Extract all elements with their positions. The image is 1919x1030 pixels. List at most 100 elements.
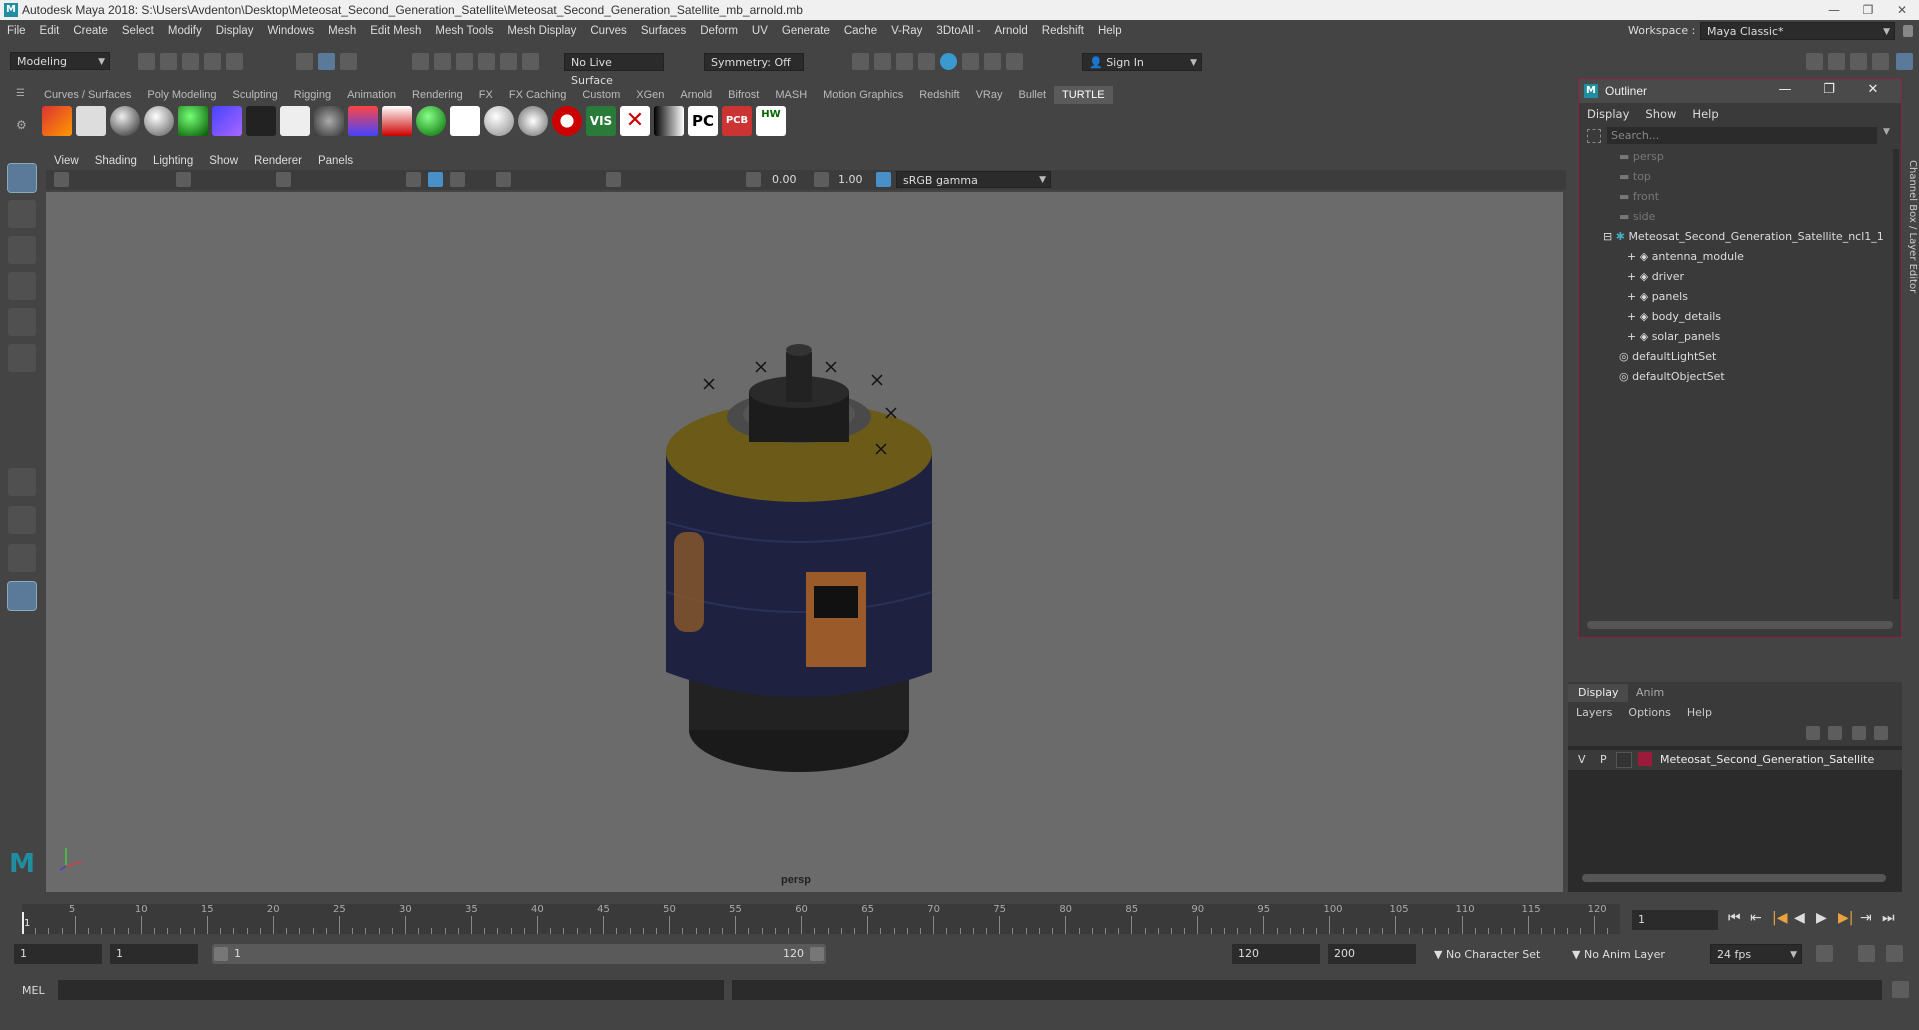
menu-mesh[interactable]: Mesh xyxy=(321,25,363,37)
shelf-tab-arnold[interactable]: Arnold xyxy=(672,86,720,104)
layer-menu-layers[interactable]: Layers xyxy=(1568,704,1620,722)
shelf-tab-fx[interactable]: FX xyxy=(471,86,501,104)
rotate-tool-icon[interactable] xyxy=(8,308,36,336)
go-to-start-icon[interactable]: ⏮ xyxy=(1728,910,1750,926)
command-input[interactable] xyxy=(58,980,724,1000)
time-ruler[interactable]: 5 10 15 20 25 30 35 40 45 50 55 60 65 70 75 80 85 90 95 100… xyxy=(22,904,1620,934)
outliner-item-front[interactable]: ▬ front xyxy=(1619,187,1659,207)
menu-create[interactable]: Create xyxy=(66,25,115,37)
menu-uv[interactable]: UV xyxy=(745,25,775,37)
ambient-shader-icon[interactable] xyxy=(144,106,174,136)
exposure-icon[interactable] xyxy=(746,172,761,187)
time-slider[interactable]: 5 10 15 20 25 30 35 40 45 50 55 60 65 70 75 80 85 90 95 100… xyxy=(0,900,1919,940)
viewport-menu-lighting[interactable]: Lighting xyxy=(145,152,201,170)
paint-select-tool-icon[interactable] xyxy=(8,236,36,264)
color-management-icon[interactable] xyxy=(876,172,891,187)
bake-icon[interactable] xyxy=(76,106,106,136)
pause-icon[interactable] xyxy=(1006,53,1023,70)
playback-start-field[interactable]: 1 xyxy=(110,944,198,964)
lock-icon[interactable] xyxy=(1903,25,1913,37)
target-icon[interactable] xyxy=(552,106,582,136)
white-ball-icon[interactable] xyxy=(484,106,514,136)
arnold-render-icon[interactable] xyxy=(984,53,1001,70)
outliner-item-group[interactable]: ⊟ ✱ Meteosat_Second_Generation_Satellite… xyxy=(1603,227,1884,247)
chevron-down-icon[interactable]: ▼ xyxy=(1883,127,1890,137)
outliner-item-side[interactable]: ▬ side xyxy=(1619,207,1655,227)
step-back-frame-icon[interactable]: |◀ xyxy=(1772,910,1794,926)
outliner-item-driver[interactable]: + ◈ driver xyxy=(1627,267,1684,287)
lights-icon[interactable] xyxy=(496,172,511,187)
move-tool-icon[interactable] xyxy=(8,272,36,300)
shelf-tab-curves-surfaces[interactable]: Curves / Surfaces xyxy=(36,86,139,104)
smooth-shade-icon[interactable] xyxy=(428,172,443,187)
snap-view-icon[interactable] xyxy=(478,53,495,70)
shelf-tab-motion-graphics[interactable]: Motion Graphics xyxy=(815,86,911,104)
animation-end-field[interactable]: 200 xyxy=(1328,944,1416,964)
step-forward-frame-icon[interactable]: ▶| xyxy=(1838,910,1860,926)
range-end-handle[interactable] xyxy=(810,947,824,961)
snap-surface-icon[interactable] xyxy=(500,53,517,70)
filter-icon[interactable] xyxy=(1587,129,1601,143)
script-editor-icon[interactable] xyxy=(1892,981,1909,998)
close-button[interactable]: ✕ xyxy=(1885,0,1919,20)
step-forward-key-icon[interactable]: ⇥ xyxy=(1860,910,1882,926)
menu-redshift[interactable]: Redshift xyxy=(1035,25,1091,37)
menu-3dtoall[interactable]: 3DtoAll - xyxy=(929,25,987,37)
red-light-icon[interactable] xyxy=(382,106,412,136)
layer-menu-help[interactable]: Help xyxy=(1679,704,1720,722)
range-start-handle[interactable] xyxy=(214,947,228,961)
outliner-menu-help[interactable]: Help xyxy=(1684,105,1726,123)
select-tool-icon[interactable] xyxy=(7,163,37,193)
layer-row[interactable]: V P Meteosat_Second_Generation_Satellite xyxy=(1568,750,1902,770)
light-icon[interactable] xyxy=(348,106,378,136)
wireframe-icon[interactable] xyxy=(406,172,421,187)
new-scene-icon[interactable] xyxy=(138,53,155,70)
collapse-icon[interactable]: ⊟ xyxy=(1603,230,1616,243)
shelf-tab-redshift[interactable]: Redshift xyxy=(911,86,967,104)
select-hierarchy-icon[interactable] xyxy=(296,53,313,70)
channel-box-side-tab[interactable]: Channel Box / Layer Editor xyxy=(1904,160,1918,300)
play-backward-icon[interactable]: ◀ xyxy=(1794,910,1816,926)
shelf-tab-rigging[interactable]: Rigging xyxy=(286,86,339,104)
layer-playback-toggle[interactable]: P xyxy=(1600,753,1607,766)
green-ball-icon[interactable] xyxy=(416,106,446,136)
menu-windows[interactable]: Windows xyxy=(260,25,321,37)
anim-layer-dropdown[interactable]: ▼ No Anim Layer xyxy=(1566,945,1686,965)
menu-edit[interactable]: Edit xyxy=(33,25,67,37)
menu-display[interactable]: Display xyxy=(209,25,261,37)
playback-end-field[interactable]: 120 xyxy=(1232,944,1320,964)
move-layer-down-icon[interactable] xyxy=(1828,726,1842,740)
outliner-item-default-light-set[interactable]: ◎ defaultLightSet xyxy=(1619,347,1716,367)
viewport-menu-show[interactable]: Show xyxy=(201,152,246,170)
exposure-field[interactable]: 0.00 xyxy=(766,171,806,188)
outliner-item-antenna-module[interactable]: + ◈ antenna_module xyxy=(1627,247,1744,267)
sign-in-button[interactable]: 👤 Sign In ▼ xyxy=(1082,53,1202,71)
menu-file[interactable]: File xyxy=(0,25,33,37)
save-scene-icon[interactable] xyxy=(182,53,199,70)
menu-modify[interactable]: Modify xyxy=(161,25,209,37)
play-forward-icon[interactable]: ▶ xyxy=(1816,910,1838,926)
layer-name[interactable]: Meteosat_Second_Generation_Satellite xyxy=(1660,753,1874,766)
ipr-render-icon[interactable] xyxy=(896,53,913,70)
outliner-layout-icon[interactable] xyxy=(7,581,37,611)
shelf-menu-icon[interactable]: ☰ xyxy=(16,88,30,100)
turtle-render-icon[interactable] xyxy=(42,106,72,136)
loop-icon[interactable] xyxy=(1816,945,1833,962)
shelf-tab-fx-caching[interactable]: FX Caching xyxy=(501,86,574,104)
viewport-menu-view[interactable]: View xyxy=(46,152,87,170)
maximize-button[interactable]: ❐ xyxy=(1851,0,1885,20)
outliner-item-panels[interactable]: + ◈ panels xyxy=(1627,287,1688,307)
terrain-icon[interactable] xyxy=(450,106,480,136)
menu-edit-mesh[interactable]: Edit Mesh xyxy=(363,25,428,37)
outliner-item-top[interactable]: ▬ top xyxy=(1619,167,1651,187)
single-pane-layout-icon[interactable] xyxy=(8,468,36,496)
auto-key-icon[interactable] xyxy=(1858,945,1875,962)
lasso-tool-icon[interactable] xyxy=(8,200,36,228)
select-object-icon[interactable] xyxy=(318,53,335,70)
uv-grid-icon[interactable] xyxy=(212,106,242,136)
symmetry-dropdown[interactable]: Symmetry: Off xyxy=(704,53,804,71)
viewport-menu-renderer[interactable]: Renderer xyxy=(246,152,310,170)
current-frame-field[interactable]: 1 xyxy=(1632,910,1718,930)
snap-vertex-icon[interactable] xyxy=(522,53,539,70)
menu-select[interactable]: Select xyxy=(115,25,161,37)
